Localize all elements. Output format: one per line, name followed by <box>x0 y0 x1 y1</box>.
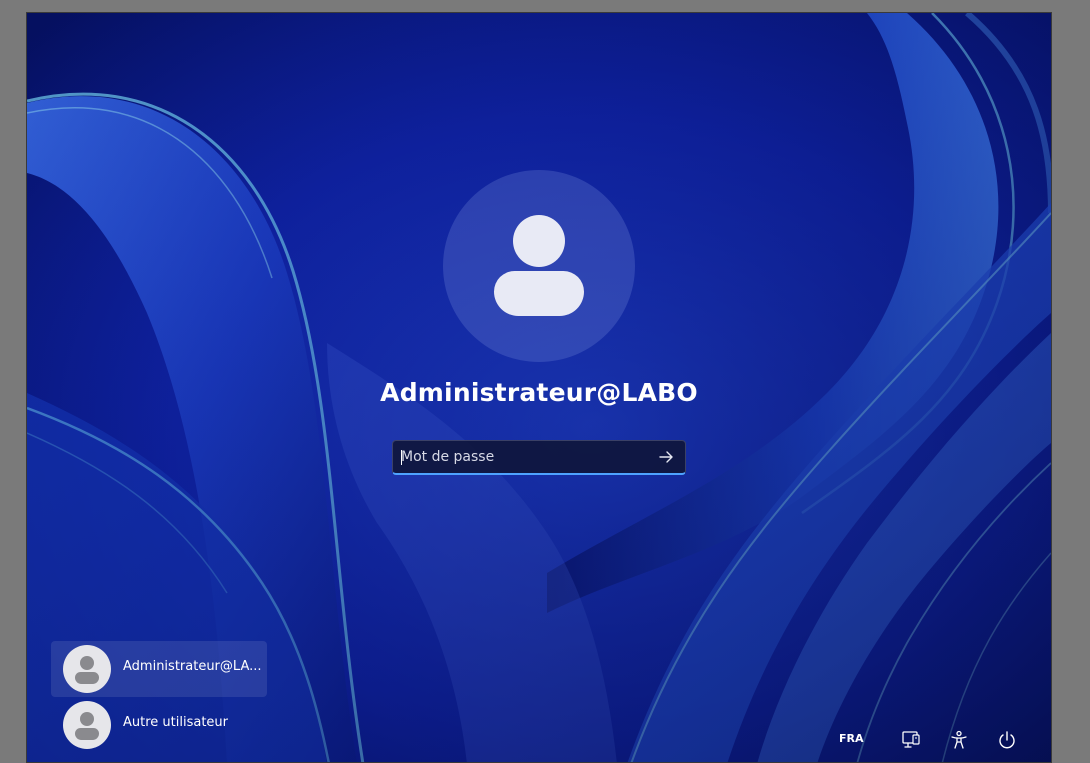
user-avatar-icon <box>63 645 111 693</box>
network-icon[interactable] <box>900 729 922 751</box>
user-avatar <box>443 170 635 362</box>
avatar-head <box>513 215 565 267</box>
password-input[interactable] <box>401 441 641 473</box>
login-screen: Administrateur@LABO Administrateur@LA...… <box>26 12 1052 763</box>
system-tray: FRA <box>27 727 1051 753</box>
language-indicator[interactable]: FRA <box>839 732 864 745</box>
text-caret <box>401 450 402 465</box>
user-item-label: Administrateur@LA... <box>123 659 262 674</box>
username-title: Administrateur@LABO <box>380 378 698 407</box>
password-field[interactable] <box>392 440 686 475</box>
power-icon[interactable] <box>996 729 1018 751</box>
accessibility-icon[interactable] <box>948 729 970 751</box>
avatar-body <box>494 271 584 316</box>
submit-arrow-icon[interactable] <box>655 446 677 468</box>
user-item-administrateur[interactable]: Administrateur@LA... <box>51 641 267 697</box>
